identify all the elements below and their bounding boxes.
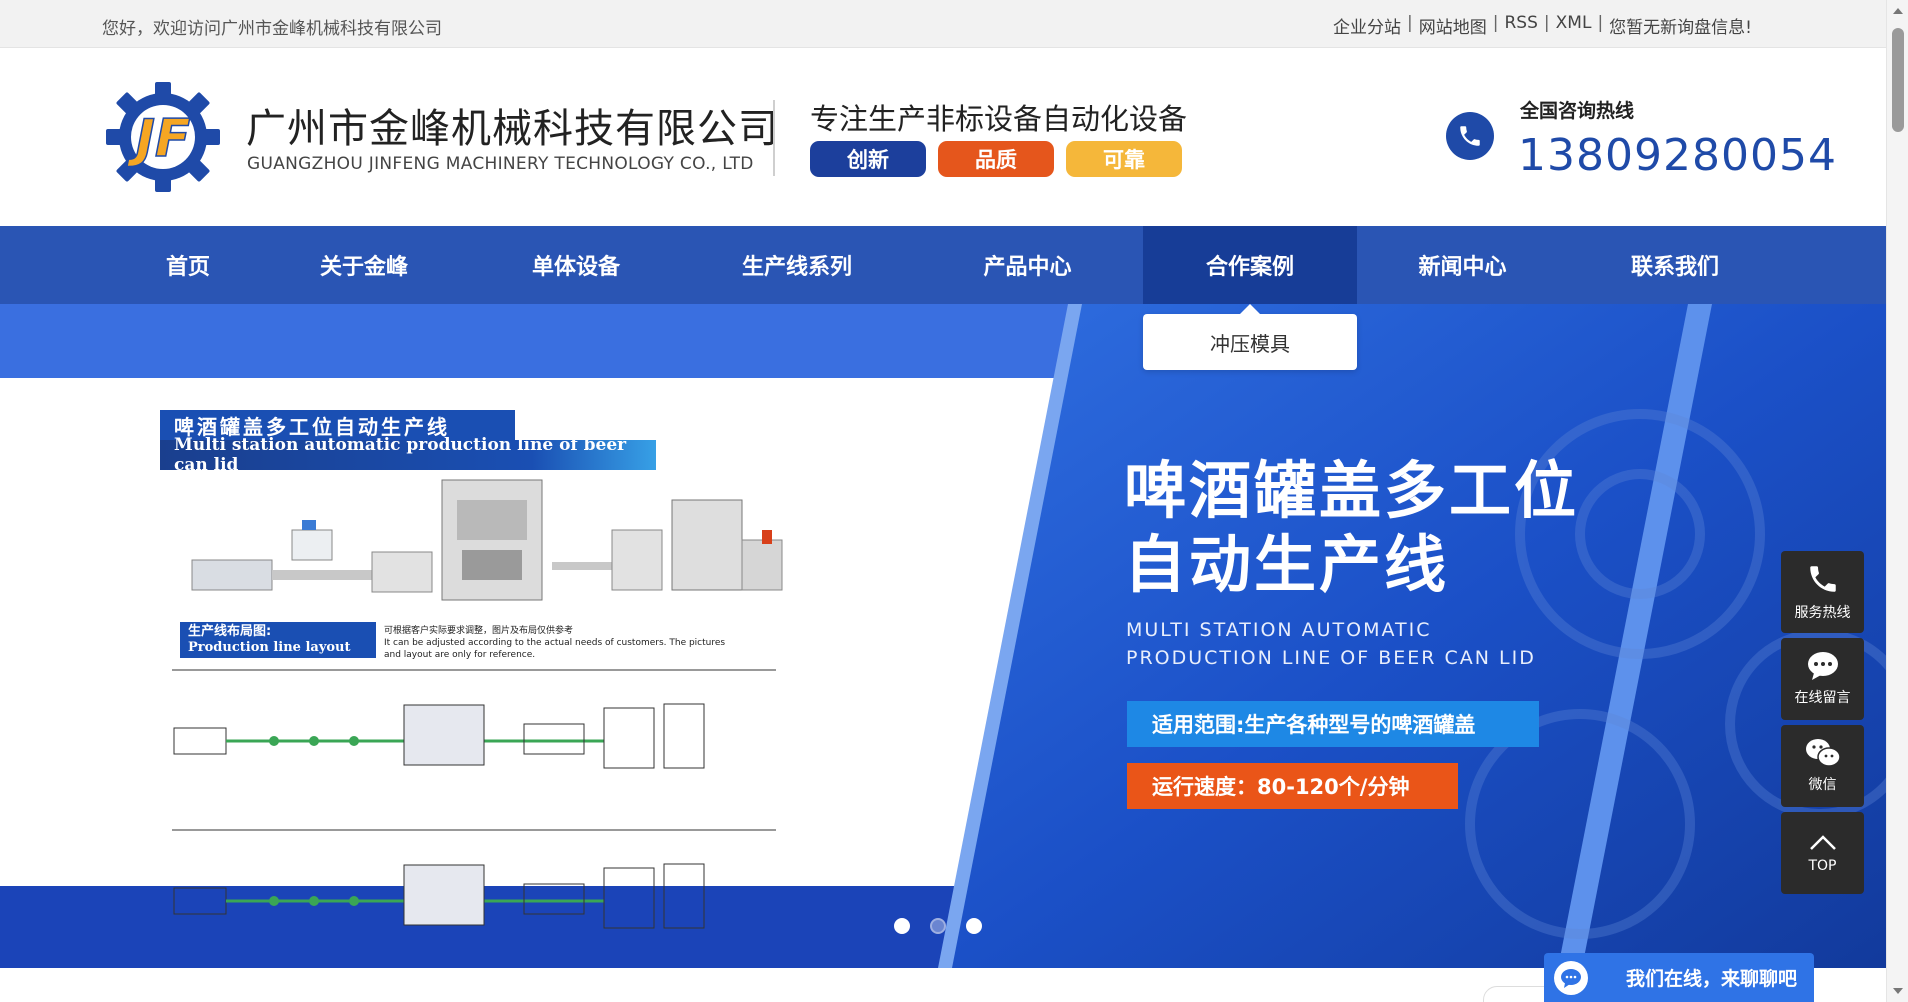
phone-icon (1446, 112, 1494, 160)
slide-dot-3[interactable] (966, 918, 982, 934)
float-wechat-label: 微信 (1808, 777, 1837, 793)
value-badges: 创新 品质 可靠 (810, 141, 1182, 177)
link-rss[interactable]: RSS (1505, 13, 1538, 38)
banner-heading-line1: 啤酒罐盖多工位 (1124, 454, 1580, 527)
floating-sidebar: 服务热线 在线留言 微信 TOP (1781, 551, 1864, 894)
float-message-label: 在线留言 (1794, 690, 1851, 706)
scroll-down-arrow-icon[interactable] (1893, 988, 1903, 994)
link-separator: | (1492, 13, 1499, 33)
link-sitemap[interactable]: 网站地图 (1419, 13, 1487, 38)
top-links: 企业分站 | 网站地图 | RSS | XML | 您暂无新询盘信息! (1333, 13, 1752, 38)
site-header: JF 广州市金峰机械科技有限公司 GUANGZHOU JINFENG MACHI… (0, 48, 1886, 226)
phone-icon (1809, 566, 1836, 592)
badge-innovation: 创新 (810, 141, 926, 177)
company-name-en: GUANGZHOU JINFENG MACHINERY TECHNOLOGY C… (247, 154, 754, 174)
layout-note: 可根据客户实际要求调整，图片及布局仅供参考 It can be adjusted… (384, 625, 744, 661)
nav-news[interactable]: 新闻中心 (1357, 226, 1568, 304)
header-divider (773, 100, 775, 176)
layout-note-cn: 可根据客户实际要求调整，图片及布局仅供参考 (384, 626, 574, 636)
nav-production-lines[interactable]: 生产线系列 (682, 226, 912, 304)
nav-home[interactable]: 首页 (118, 226, 258, 304)
layout-tag: 生产线布局图: Production line layout (180, 622, 376, 658)
company-name-cn: 广州市金峰机械科技有限公司 (246, 106, 779, 152)
float-hotline-label: 服务热线 (1794, 605, 1851, 621)
chevron-up-icon (1809, 835, 1836, 850)
welcome-text: 您好，欢迎访问广州市金峰机械科技有限公司 (102, 19, 442, 39)
banner-tag-en: Multi station automatic production line … (160, 435, 656, 475)
float-message-button[interactable]: 在线留言 (1781, 638, 1864, 720)
chat-bubble-icon (1554, 960, 1588, 995)
link-xml[interactable]: XML (1556, 13, 1592, 38)
inquiry-status[interactable]: 您暂无新询盘信息! (1609, 13, 1752, 38)
banner-heading-line2: 自动生产线 (1124, 528, 1450, 601)
float-wechat-button[interactable]: 微信 (1781, 725, 1864, 807)
scroll-up-arrow-icon[interactable] (1893, 8, 1903, 14)
hero-banner: 啤酒罐盖多工位自动生产线 Multi station automatic pro… (0, 304, 1886, 968)
slogan: 专注生产非标设备自动化设备 (810, 102, 1188, 136)
main-nav: 首页 关于金峰 单体设备 生产线系列 产品中心 合作案例 新闻中心 联系我们 (0, 226, 1886, 304)
layout-tag-en: Production line layout (188, 640, 351, 655)
slide-dot-1[interactable] (894, 918, 910, 934)
production-line-diagram (172, 669, 776, 929)
link-branches[interactable]: 企业分站 (1333, 13, 1401, 38)
nav-single-equipment[interactable]: 单体设备 (470, 226, 682, 304)
live-chat-bar[interactable]: 我们在线，来聊聊吧 (1544, 953, 1814, 1002)
slide-dot-2[interactable] (930, 918, 946, 934)
chat-bubble-icon (1807, 652, 1838, 680)
wechat-icon (1805, 739, 1841, 767)
logo-lettering: JF (127, 109, 191, 169)
banner-subtitle-en: MULTI STATION AUTOMATIC PRODUCTION LINE … (1126, 619, 1536, 669)
nav-cases[interactable]: 合作案例 (1143, 226, 1357, 304)
slide-indicators (894, 918, 982, 934)
machinery-illustration (191, 479, 783, 601)
link-separator: | (1543, 13, 1550, 33)
scrollbar-thumb[interactable] (1892, 28, 1904, 132)
float-hotline-button[interactable]: 服务热线 (1781, 551, 1864, 633)
top-strip: 您好，欢迎访问广州市金峰机械科技有限公司 企业分站 | 网站地图 | RSS |… (0, 0, 1886, 48)
nav-contact[interactable]: 联系我们 (1568, 226, 1782, 304)
hotline-label: 全国咨询热线 (1520, 100, 1635, 122)
badge-quality: 品质 (938, 141, 1054, 177)
dropdown-stamping-dies[interactable]: 冲压模具 (1143, 304, 1357, 370)
badge-reliable: 可靠 (1066, 141, 1182, 177)
hotline-number[interactable]: 13809280054 (1518, 130, 1837, 181)
link-separator: | (1407, 13, 1413, 33)
scope-pill: 适用范围:生产各种型号的啤酒罐盖 (1127, 701, 1539, 747)
link-separator: | (1597, 13, 1604, 33)
speed-pill: 运行速度：80-120个/分钟 (1127, 763, 1458, 809)
live-chat-text: 我们在线，来聊聊吧 (1626, 968, 1798, 990)
banner-heading: 啤酒罐盖多工位 自动生产线 (1124, 454, 1579, 602)
float-top-label: TOP (1808, 858, 1837, 874)
layout-tag-cn: 生产线布局图: (188, 624, 272, 639)
layout-note-en: It can be adjusted according to the actu… (384, 638, 726, 660)
nav-about[interactable]: 关于金峰 (258, 226, 470, 304)
page-scrollbar[interactable] (1886, 0, 1908, 1002)
nav-products[interactable]: 产品中心 (912, 226, 1143, 304)
company-logo[interactable]: JF (100, 78, 226, 196)
float-top-button[interactable]: TOP (1781, 812, 1864, 894)
